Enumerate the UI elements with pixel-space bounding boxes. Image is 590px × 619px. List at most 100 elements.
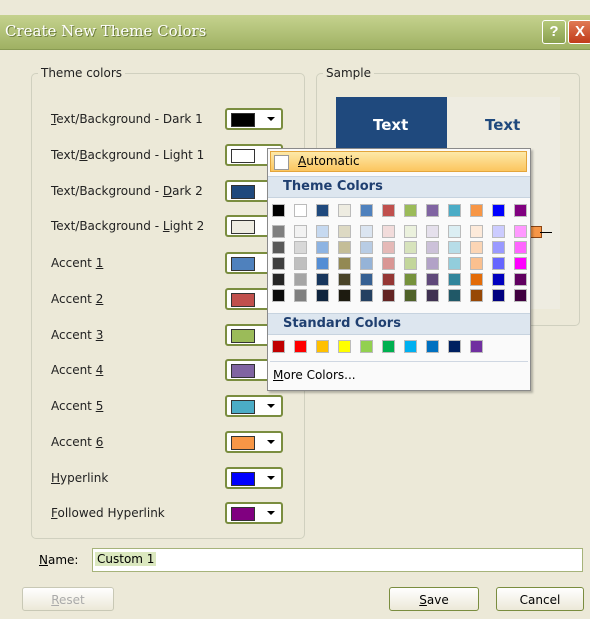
theme-shade-chip[interactable] (338, 241, 351, 254)
color-picker-dropdown[interactable] (225, 395, 283, 417)
theme-shade-chip[interactable] (448, 257, 461, 270)
theme-shade-chip[interactable] (514, 241, 527, 254)
theme-shade-chip[interactable] (316, 289, 329, 302)
theme-shade-chip[interactable] (294, 241, 307, 254)
theme-shade-chip[interactable] (514, 225, 527, 238)
name-input[interactable]: Custom 1 (92, 548, 583, 572)
chevron-down-icon[interactable] (263, 471, 279, 485)
theme-color-chip[interactable] (448, 204, 461, 217)
theme-shade-chip[interactable] (426, 289, 439, 302)
theme-shade-chip[interactable] (294, 289, 307, 302)
theme-shade-chip[interactable] (382, 289, 395, 302)
chevron-down-icon[interactable] (263, 506, 279, 520)
theme-shade-chip[interactable] (338, 257, 351, 270)
theme-shade-chip[interactable] (404, 241, 417, 254)
standard-color-chip[interactable] (382, 340, 395, 353)
theme-shade-chip[interactable] (426, 273, 439, 286)
theme-shade-chip[interactable] (404, 257, 417, 270)
theme-shade-chip[interactable] (294, 225, 307, 238)
theme-color-chip[interactable] (404, 204, 417, 217)
theme-shade-chip[interactable] (492, 241, 505, 254)
chevron-down-icon[interactable] (263, 399, 279, 413)
theme-shade-chip[interactable] (316, 273, 329, 286)
theme-shade-chip[interactable] (316, 257, 329, 270)
theme-shade-chip[interactable] (382, 257, 395, 270)
theme-shade-chip[interactable] (470, 241, 483, 254)
theme-shade-chip[interactable] (426, 257, 439, 270)
theme-color-chip[interactable] (426, 204, 439, 217)
theme-color-chip[interactable] (360, 204, 373, 217)
chevron-down-icon[interactable] (263, 435, 279, 449)
theme-shade-chip[interactable] (492, 289, 505, 302)
theme-shade-chip[interactable] (492, 273, 505, 286)
theme-shade-chip[interactable] (272, 273, 285, 286)
theme-shade-chip[interactable] (404, 225, 417, 238)
theme-shade-chip[interactable] (316, 225, 329, 238)
help-button[interactable]: ? (542, 20, 566, 44)
theme-color-chip[interactable] (316, 204, 329, 217)
theme-shade-chip[interactable] (272, 225, 285, 238)
theme-color-chip[interactable] (272, 204, 285, 217)
close-button[interactable]: X (568, 20, 590, 44)
theme-shade-chip[interactable] (470, 273, 483, 286)
theme-shade-chip[interactable] (272, 289, 285, 302)
theme-shade-chip[interactable] (514, 257, 527, 270)
theme-shade-chip[interactable] (404, 289, 417, 302)
theme-color-chip[interactable] (470, 204, 483, 217)
color-picker-dropdown[interactable] (225, 108, 283, 130)
reset-button[interactable]: Reset (22, 587, 114, 611)
standard-color-chip[interactable] (404, 340, 417, 353)
theme-color-chip[interactable] (514, 204, 527, 217)
theme-shade-chip[interactable] (338, 225, 351, 238)
theme-shade-chip[interactable] (470, 257, 483, 270)
cancel-button[interactable]: Cancel (496, 587, 584, 611)
standard-color-chip[interactable] (360, 340, 373, 353)
theme-shade-chip[interactable] (426, 241, 439, 254)
theme-shade-chip[interactable] (316, 241, 329, 254)
automatic-option[interactable]: Automatic (270, 151, 527, 172)
theme-shade-chip[interactable] (404, 273, 417, 286)
theme-shade-chip[interactable] (360, 241, 373, 254)
theme-shade-chip[interactable] (294, 273, 307, 286)
standard-color-chip[interactable] (294, 340, 307, 353)
color-picker-dropdown[interactable] (225, 467, 283, 489)
theme-shade-chip[interactable] (448, 241, 461, 254)
chevron-down-icon[interactable] (263, 112, 279, 126)
theme-shade-chip[interactable] (448, 273, 461, 286)
theme-color-chip[interactable] (294, 204, 307, 217)
theme-color-chip[interactable] (492, 204, 505, 217)
standard-color-chip[interactable] (316, 340, 329, 353)
theme-shade-chip[interactable] (492, 257, 505, 270)
theme-shade-chip[interactable] (470, 225, 483, 238)
color-picker-dropdown[interactable] (225, 431, 283, 453)
theme-shade-chip[interactable] (426, 225, 439, 238)
theme-color-chip[interactable] (382, 204, 395, 217)
theme-shade-chip[interactable] (470, 289, 483, 302)
theme-shade-chip[interactable] (382, 225, 395, 238)
theme-shade-chip[interactable] (448, 289, 461, 302)
standard-color-chip[interactable] (338, 340, 351, 353)
theme-shade-chip[interactable] (338, 273, 351, 286)
theme-shade-chip[interactable] (294, 257, 307, 270)
standard-color-chip[interactable] (426, 340, 439, 353)
save-button[interactable]: Save (389, 587, 479, 611)
theme-shade-chip[interactable] (360, 225, 373, 238)
theme-shade-chip[interactable] (272, 257, 285, 270)
theme-shade-chip[interactable] (360, 273, 373, 286)
theme-shade-chip[interactable] (514, 273, 527, 286)
standard-color-chip[interactable] (272, 340, 285, 353)
theme-shade-chip[interactable] (360, 257, 373, 270)
theme-shade-chip[interactable] (514, 289, 527, 302)
more-colors-option[interactable]: More Colors... (273, 368, 356, 382)
theme-shade-chip[interactable] (492, 225, 505, 238)
theme-shade-chip[interactable] (272, 241, 285, 254)
theme-shade-chip[interactable] (360, 289, 373, 302)
theme-color-chip[interactable] (338, 204, 351, 217)
theme-shade-chip[interactable] (338, 289, 351, 302)
theme-shade-chip[interactable] (448, 225, 461, 238)
standard-color-chip[interactable] (470, 340, 483, 353)
color-picker-dropdown[interactable] (225, 502, 283, 524)
theme-shade-chip[interactable] (382, 273, 395, 286)
standard-color-chip[interactable] (448, 340, 461, 353)
theme-shade-chip[interactable] (382, 241, 395, 254)
